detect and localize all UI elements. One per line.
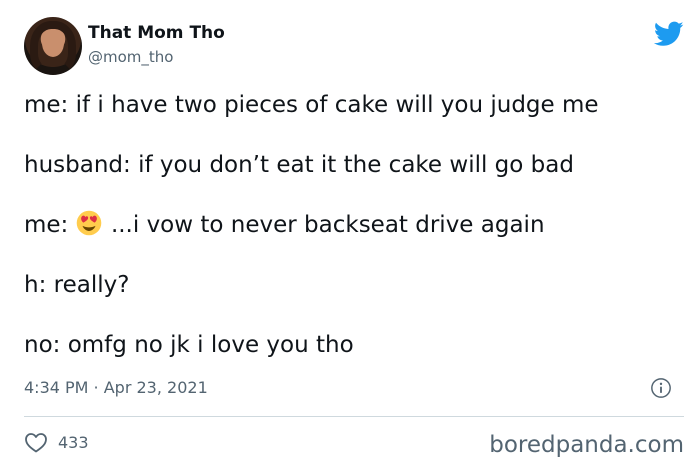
twitter-bird-icon[interactable]	[654, 21, 684, 47]
tweet-line-2: husband: if you don’t eat it the cake wi…	[24, 150, 684, 180]
like-action[interactable]: 433	[24, 430, 89, 454]
tweet-line-text: no: omfg no jk i love you tho	[24, 332, 354, 358]
author-name[interactable]: That Mom Tho	[88, 23, 225, 43]
tweet-body: me: if i have two pieces of cake will yo…	[24, 90, 684, 390]
like-count: 433	[58, 432, 89, 452]
divider	[24, 416, 684, 417]
tweet-line-5: no: omfg no jk i love you tho	[24, 330, 684, 360]
avatar-face	[42, 29, 64, 57]
watermark: boredpanda.com	[489, 432, 684, 458]
tweet-line-text: h: really?	[24, 272, 130, 298]
tweet-line-text: husband: if you don’t eat it the cake wi…	[24, 152, 574, 178]
heart-eyes-emoji-icon	[76, 210, 101, 236]
author-handle[interactable]: @mom_tho	[88, 48, 173, 66]
tweet-line-text: me: if i have two pieces of cake will yo…	[24, 92, 599, 118]
tweet-line-3: me: ...i vow to never backseat drive aga…	[24, 210, 684, 240]
tweet-line-4: h: really?	[24, 270, 684, 300]
avatar[interactable]	[24, 17, 82, 75]
tweet-line-prefix: me:	[24, 212, 76, 238]
tweet-header: That Mom Tho @mom_tho	[24, 17, 684, 77]
tweet-line-text: ...i vow to never backseat drive again	[110, 212, 545, 238]
tweet-timestamp[interactable]: 4:34 PM · Apr 23, 2021	[24, 378, 208, 397]
info-icon[interactable]	[650, 377, 672, 399]
tweet-line-1: me: if i have two pieces of cake will yo…	[24, 90, 684, 120]
heart-icon[interactable]	[24, 431, 48, 453]
